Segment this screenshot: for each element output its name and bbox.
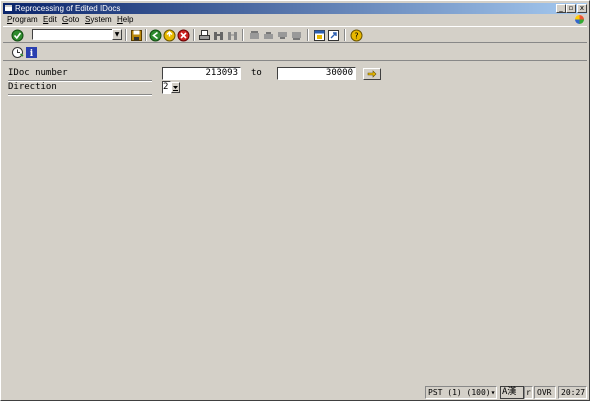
clock: 20:27 <box>558 386 587 399</box>
sap-logo-icon <box>575 15 584 24</box>
menu-edit-rest: dit <box>48 15 57 24</box>
toolbar-separator <box>307 29 309 41</box>
next-page-icon[interactable] <box>276 29 289 42</box>
find-icon[interactable] <box>212 29 225 42</box>
direction-label: Direction <box>8 82 57 92</box>
f4-help-icon <box>173 86 178 91</box>
multiple-selection-arrow-icon <box>367 70 377 78</box>
selection-screen: IDoc number 213093 to 30000 Direction 2 <box>5 63 585 383</box>
idoc-number-label: IDoc number <box>8 68 68 78</box>
multiple-selection-button[interactable] <box>363 68 381 80</box>
restore-button[interactable]: ▫ <box>566 4 576 13</box>
menu-system[interactable]: System <box>85 14 112 25</box>
cancel-icon[interactable] <box>177 29 190 42</box>
print-icon[interactable] <box>198 29 211 42</box>
information-icon[interactable]: i <box>25 46 38 59</box>
find-next-icon[interactable] <box>226 29 239 42</box>
toolbar-separator <box>242 29 244 41</box>
toolbar-separator <box>125 29 127 41</box>
menu-goto[interactable]: Goto <box>62 14 79 25</box>
last-page-icon[interactable] <box>290 29 303 42</box>
menu-help[interactable]: Help <box>117 14 133 25</box>
label-underline <box>8 94 152 96</box>
window-title: Reprocessing of Edited IDocs <box>15 4 121 13</box>
back-icon[interactable] <box>149 29 162 42</box>
menu-edit[interactable]: Edit <box>43 14 57 25</box>
toolbar-separator <box>344 29 346 41</box>
minimize-button[interactable]: _ <box>556 4 566 13</box>
help-icon[interactable]: ? <box>350 29 363 42</box>
window-icon[interactable] <box>5 5 12 11</box>
toolbar-separator <box>193 29 195 41</box>
close-button[interactable]: x <box>577 4 587 13</box>
menu-program[interactable]: Program <box>7 14 38 25</box>
status-bar: PST (1) (100)▾ A漢 r OVR 20:27 <box>3 385 587 400</box>
standard-toolbar: ▼ ? <box>3 26 587 43</box>
svg-text:i: i <box>30 49 34 59</box>
direction-f4-button[interactable] <box>171 82 180 93</box>
idoc-number-to-input[interactable]: 30000 <box>277 67 356 80</box>
command-dropdown-icon[interactable]: ▼ <box>112 29 122 40</box>
create-session-icon[interactable] <box>313 29 326 42</box>
sap-window: Reprocessing of Edited IDocs _ ▫ x Progr… <box>0 0 590 401</box>
enter-icon[interactable] <box>11 29 24 42</box>
idoc-number-from-input[interactable]: 213093 <box>162 67 241 80</box>
chevron-down-icon[interactable]: ▾ <box>491 388 496 397</box>
exit-icon[interactable] <box>163 29 176 42</box>
application-toolbar: i <box>3 43 587 61</box>
direction-input[interactable]: 2 <box>162 81 171 94</box>
to-label: to <box>251 68 262 78</box>
save-icon[interactable] <box>130 29 143 42</box>
previous-page-icon[interactable] <box>262 29 275 42</box>
menu-bar: Program Edit Goto System Help <box>3 14 587 25</box>
first-page-icon[interactable] <box>248 29 261 42</box>
menu-program-rest: rogram <box>12 15 38 24</box>
title-bar[interactable]: Reprocessing of Edited IDocs _ ▫ x <box>3 3 587 14</box>
command-field[interactable] <box>32 29 113 40</box>
insert-mode[interactable]: OVR <box>534 386 556 399</box>
system-info[interactable]: PST (1) (100)▾ <box>425 386 497 399</box>
toolbar-separator <box>145 29 147 41</box>
execute-icon[interactable] <box>11 46 24 59</box>
menu-help-rest: elp <box>122 15 134 24</box>
shortcut-icon[interactable] <box>327 29 340 42</box>
status-extra: r <box>524 386 533 399</box>
menu-goto-rest: oto <box>68 15 80 24</box>
menu-system-rest: ystem <box>90 15 112 24</box>
svg-text:?: ? <box>354 32 358 41</box>
system-info-text: PST (1) (100) <box>428 388 491 397</box>
ime-indicator[interactable]: A漢 <box>500 386 524 399</box>
